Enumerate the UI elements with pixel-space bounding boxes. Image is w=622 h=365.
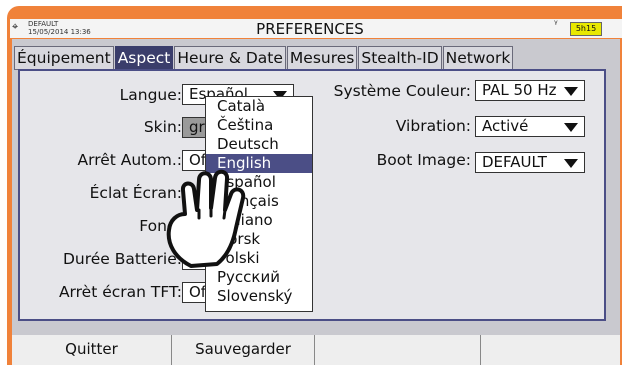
tab-bar: Équipement Aspect Heure & Date Mesures S… [14,46,514,70]
systeme-couleur-value: PAL 50 Hz [482,81,557,99]
language-option-cestina[interactable]: Čeština [206,116,312,135]
datetime-text: 15/05/2014 13:36 [28,28,91,36]
chevron-down-icon [564,87,578,96]
boot-image-select[interactable]: DEFAULT [475,152,585,173]
tab-network[interactable]: Network [442,46,514,70]
systeme-couleur-label: Système Couleur: [333,82,471,100]
status-datetime: DEFAULT 15/05/2014 13:36 [28,20,91,36]
language-option-deutsch[interactable]: Deutsch [206,135,312,154]
language-option-catala[interactable]: Català [206,97,312,116]
function-key-4[interactable] [481,335,620,365]
vibration-label: Vibration: [395,117,471,135]
function-key-3[interactable] [315,335,481,365]
chevron-down-icon [564,159,578,168]
antenna-icon: ᵞ [554,19,558,30]
arret-ecran-tft-value: Of [189,283,207,301]
vibration-select[interactable]: Activé [475,116,585,137]
tab-aspect[interactable]: Aspect [114,46,174,70]
arret-ecran-tft-label: Arrèt écran TFT: [58,283,182,301]
tab-equipement[interactable]: Équipement [14,46,114,70]
page-title: PREFERENCES [256,20,364,38]
tab-stealth-id[interactable]: Stealth-ID [358,46,442,70]
function-key-bar: Quitter Sauvegarder [12,335,620,365]
tab-heure-date[interactable]: Heure & Date [174,46,286,70]
save-button[interactable]: Sauvegarder [172,335,315,365]
language-option-russkiy[interactable]: Русский [206,268,312,287]
pointing-hand-icon [166,169,246,268]
tab-mesures[interactable]: Mesures [286,46,358,70]
chevron-down-icon [564,123,578,132]
crosshair-icon: ⌖ [12,20,19,33]
quit-button[interactable]: Quitter [12,335,172,365]
profile-name: DEFAULT [28,20,59,28]
boot-image-label: Boot Image: [376,151,471,169]
vibration-value: Activé [482,117,529,135]
boot-image-value: DEFAULT [482,153,547,171]
langue-label: Langue: [119,86,182,104]
skin-value: gr [189,118,205,136]
language-option-slovensky[interactable]: Slovenský [206,287,312,306]
skin-label: Skin: [143,118,182,136]
battery-indicator: 5h15 [570,22,602,36]
systeme-couleur-select[interactable]: PAL 50 Hz [475,80,585,101]
